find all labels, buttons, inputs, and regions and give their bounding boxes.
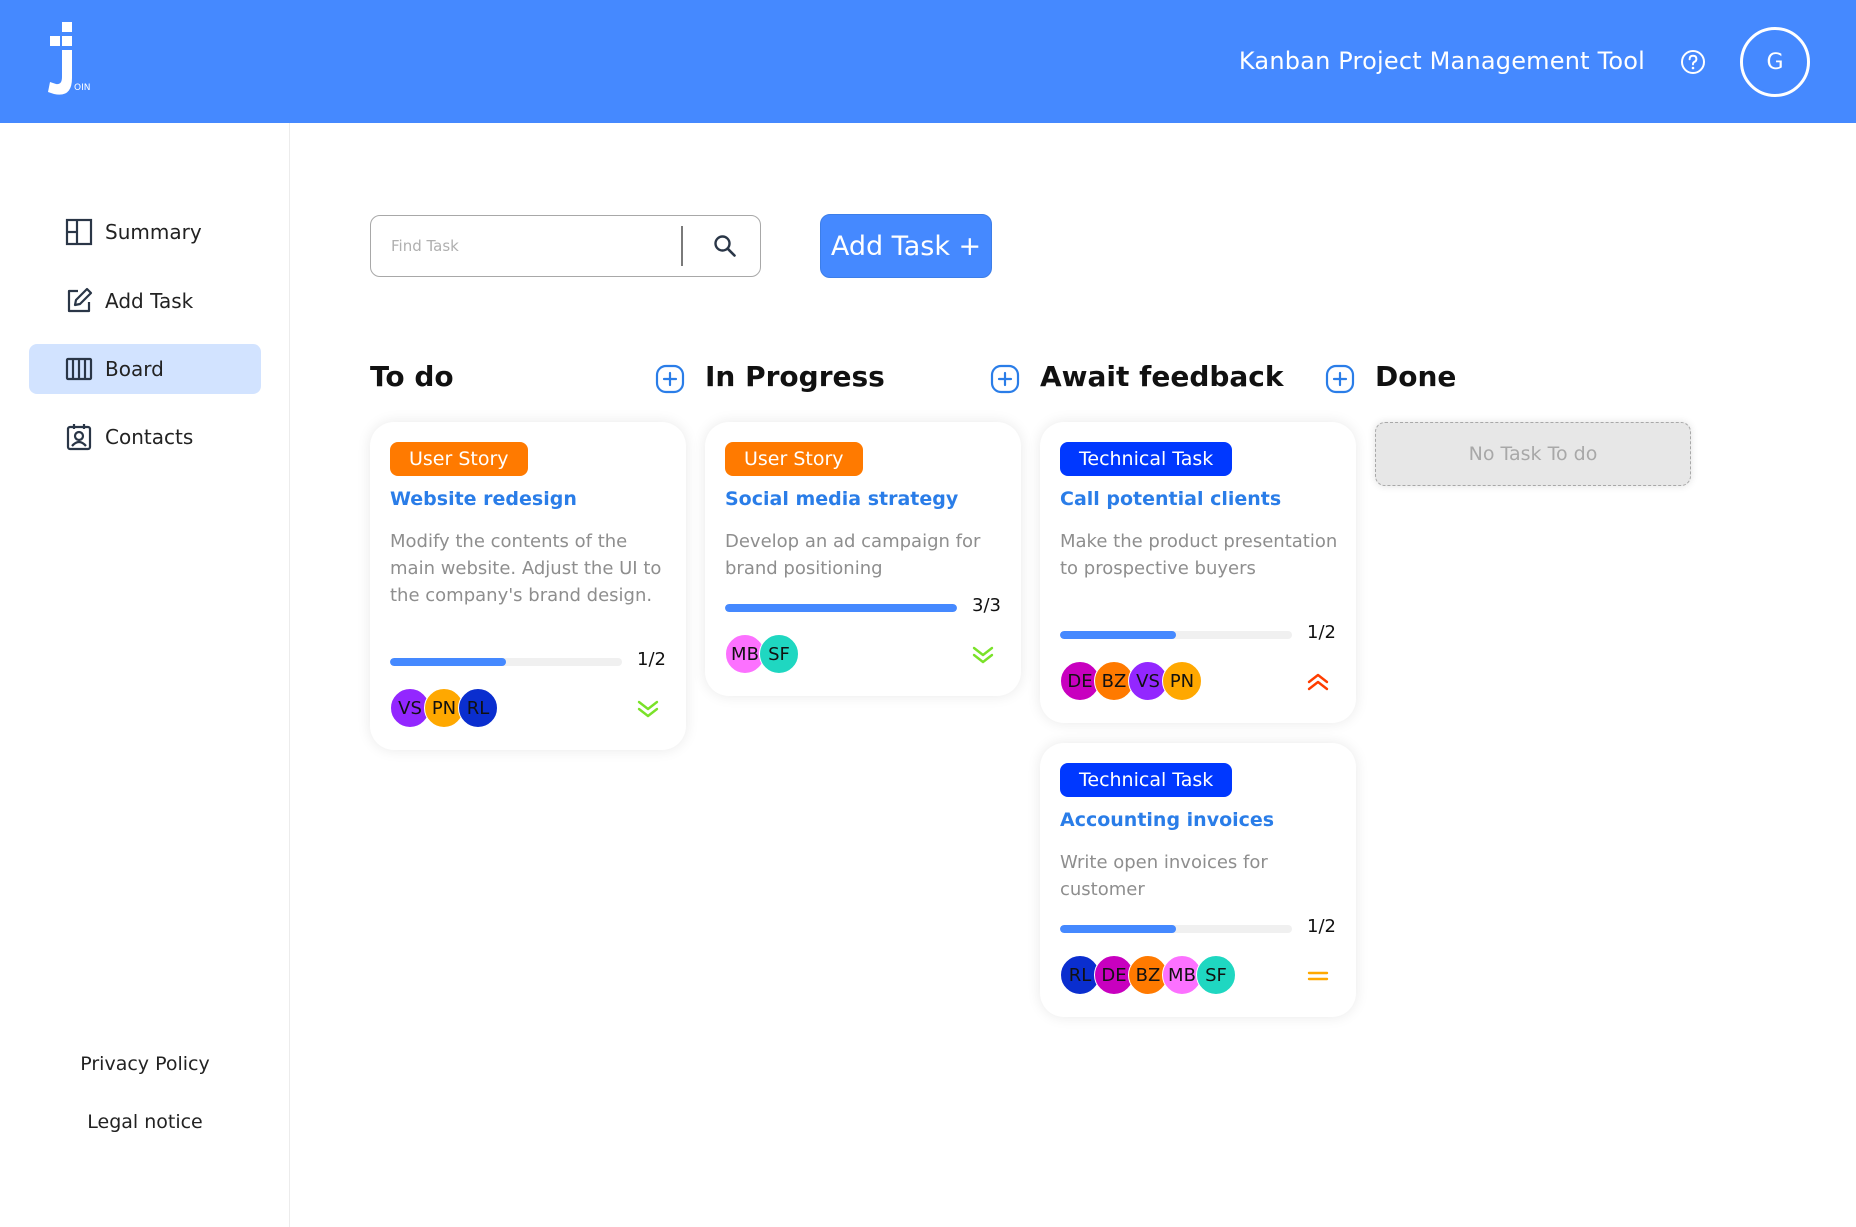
category-tag: Technical Task bbox=[1060, 763, 1233, 797]
search-box bbox=[370, 215, 761, 277]
assignee-list: VS PN RL bbox=[390, 688, 498, 728]
assignee-avatar: RL bbox=[458, 688, 498, 728]
subtask-progress-bar bbox=[725, 604, 957, 612]
priority-medium-icon bbox=[1307, 971, 1329, 981]
progress-fill bbox=[390, 658, 506, 666]
subtask-count: 1/2 bbox=[637, 649, 666, 670]
priority-low-icon bbox=[972, 646, 994, 664]
card-title: Social media strategy bbox=[725, 488, 959, 510]
assignee-list: RL DE BZ MB SF bbox=[1060, 955, 1236, 995]
sidebar-item-board[interactable]: Board bbox=[29, 344, 261, 394]
join-logo[interactable]: OIN bbox=[46, 22, 116, 98]
subtask-progress-bar bbox=[1060, 631, 1292, 639]
sidebar-item-label: Board bbox=[105, 357, 164, 381]
sidebar-item-add-task[interactable]: Add Task bbox=[29, 276, 261, 326]
assignee-avatar: SF bbox=[1196, 955, 1236, 995]
task-card-accounting-invoices[interactable]: Technical Task Accounting invoices Write… bbox=[1040, 743, 1356, 1017]
sidebar-item-label: Add Task bbox=[105, 289, 194, 313]
search-icon bbox=[714, 235, 736, 257]
subtask-count: 3/3 bbox=[972, 595, 1001, 616]
sidebar-item-label: Summary bbox=[105, 220, 202, 244]
sidebar-item-label: Contacts bbox=[105, 425, 194, 449]
help-circle-icon[interactable] bbox=[1680, 49, 1706, 75]
legal-notice-link[interactable]: Legal notice bbox=[0, 1111, 290, 1133]
subtask-progress-bar bbox=[1060, 925, 1292, 933]
user-avatar[interactable]: G bbox=[1740, 27, 1810, 97]
privacy-policy-link[interactable]: Privacy Policy bbox=[0, 1053, 290, 1075]
sidebar-item-summary[interactable]: Summary bbox=[29, 207, 261, 257]
card-title: Accounting invoices bbox=[1060, 809, 1275, 831]
app-header: OIN Kanban Project Management Tool G bbox=[0, 0, 1856, 123]
board-icon bbox=[65, 357, 93, 381]
column-title-in-progress: In Progress bbox=[705, 360, 885, 393]
assignee-list: DE BZ VS PN bbox=[1060, 661, 1202, 701]
task-card-website-redesign[interactable]: User Story Website redesign Modify the c… bbox=[370, 422, 686, 750]
search-divider bbox=[681, 226, 683, 266]
progress-fill bbox=[725, 604, 957, 612]
priority-urgent-icon bbox=[1307, 673, 1329, 691]
priority-low-icon bbox=[637, 700, 659, 718]
add-to-in-progress-plus-icon[interactable] bbox=[990, 364, 1020, 394]
add-task-button[interactable]: Add Task + bbox=[820, 214, 992, 278]
assignee-list: MB SF bbox=[725, 634, 799, 674]
progress-fill bbox=[1060, 631, 1176, 639]
search-input[interactable] bbox=[391, 226, 651, 266]
page-title: Kanban Project Management Tool bbox=[1238, 47, 1645, 75]
progress-fill bbox=[1060, 925, 1176, 933]
user-initial: G bbox=[1766, 49, 1784, 75]
column-title-done: Done bbox=[1375, 360, 1457, 393]
assignee-avatar: PN bbox=[1162, 661, 1202, 701]
task-card-social-media-strategy[interactable]: User Story Social media strategy Develop… bbox=[705, 422, 1021, 696]
contacts-icon bbox=[66, 424, 92, 451]
sidebar-item-contacts[interactable]: Contacts bbox=[29, 412, 261, 462]
column-title-todo: To do bbox=[370, 360, 454, 393]
assignee-avatar: SF bbox=[759, 634, 799, 674]
card-description: Modify the contents of the main website.… bbox=[390, 531, 662, 606]
done-empty-placeholder: No Task To do bbox=[1375, 422, 1691, 486]
category-tag: User Story bbox=[390, 442, 528, 476]
summary-icon bbox=[65, 218, 93, 246]
category-tag: Technical Task bbox=[1060, 442, 1233, 476]
card-description: Write open invoices for customer bbox=[1060, 852, 1268, 900]
sidebar: Summary Add Task Board Contacts Privacy … bbox=[0, 123, 290, 1227]
card-title: Website redesign bbox=[390, 488, 577, 510]
subtask-count: 1/2 bbox=[1307, 622, 1336, 643]
column-title-await-feedback: Await feedback bbox=[1040, 360, 1284, 393]
card-description: Make the product presentation to prospec… bbox=[1060, 531, 1338, 579]
logo-suffix: OIN bbox=[74, 83, 90, 93]
add-to-await-feedback-plus-icon[interactable] bbox=[1325, 364, 1355, 394]
card-description: Develop an ad campaign for brand positio… bbox=[725, 531, 981, 579]
subtask-count: 1/2 bbox=[1307, 916, 1336, 937]
card-title: Call potential clients bbox=[1060, 488, 1282, 510]
subtask-progress-bar bbox=[390, 658, 622, 666]
category-tag: User Story bbox=[725, 442, 863, 476]
add-to-todo-plus-icon[interactable] bbox=[655, 364, 685, 394]
task-card-call-potential-clients[interactable]: Technical Task Call potential clients Ma… bbox=[1040, 422, 1356, 723]
search-button[interactable] bbox=[709, 230, 741, 262]
edit-icon bbox=[67, 287, 93, 313]
